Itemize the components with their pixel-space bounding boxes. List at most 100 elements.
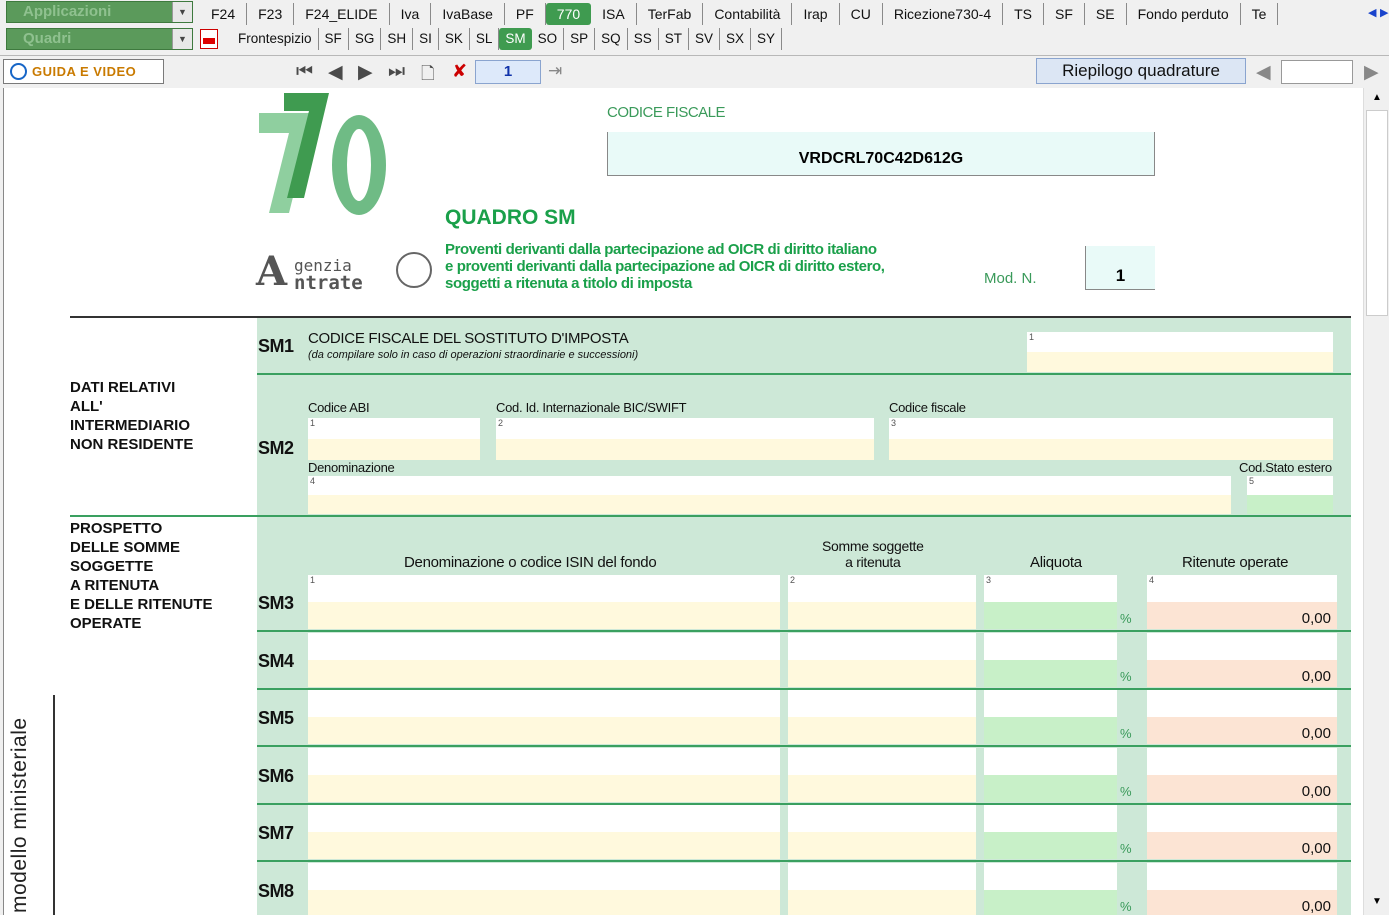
riepilogo-prev-icon[interactable]: ◀	[1256, 61, 1271, 84]
quadro-tab-si[interactable]: SI	[413, 28, 439, 50]
ritenute-operate-field[interactable]: 0,00	[1147, 805, 1337, 859]
prospetto-title-line: PROSPETTO	[70, 520, 163, 537]
quadro-tab-sl[interactable]: SL	[470, 28, 500, 50]
tab-sf[interactable]: SF	[1044, 3, 1085, 25]
ritenute-operate-field[interactable]: 0,00	[1147, 747, 1337, 802]
codice-fiscale-intermediario-field[interactable]: 3	[889, 418, 1333, 460]
next-page-icon[interactable]: ▶	[358, 61, 373, 84]
scroll-up-icon[interactable]: ▲	[1372, 92, 1382, 103]
pdf-icon[interactable]	[200, 29, 218, 49]
somme-soggette-field[interactable]	[788, 747, 976, 802]
last-page-icon[interactable]: ⏭	[388, 61, 405, 83]
cod-stato-field[interactable]: 5	[1247, 476, 1333, 514]
ritenute-operate-field[interactable]: 0,00	[1147, 862, 1337, 915]
quadro-tab-sf[interactable]: SF	[319, 28, 349, 50]
codice-abi-field[interactable]: 1	[308, 418, 480, 460]
aliquota-field[interactable]	[984, 862, 1117, 915]
riepilogo-quadrature-button[interactable]: Riepilogo quadrature	[1036, 58, 1246, 84]
ritenute-operate-field[interactable]: 0,00	[1147, 632, 1337, 687]
quadro-tab-ss[interactable]: SS	[628, 28, 659, 50]
ritenute-operate-field[interactable]: 0,00	[1147, 690, 1337, 744]
tab-fondo-perduto[interactable]: Fondo perduto	[1127, 3, 1241, 25]
aliquota-field[interactable]	[984, 805, 1117, 859]
denominazione-fondo-field[interactable]	[308, 747, 780, 802]
quadro-tab-st[interactable]: ST	[659, 28, 689, 50]
denominazione-fondo-field[interactable]	[308, 862, 780, 915]
chevron-down-icon[interactable]: ▼	[172, 2, 192, 22]
aliquota-field[interactable]	[984, 690, 1117, 744]
guida-video-button[interactable]: GUIDA E VIDEO	[3, 59, 164, 84]
goto-page-icon[interactable]: ⇥	[548, 61, 562, 81]
ritenute-operate-field[interactable]: 4 0,00	[1147, 575, 1337, 629]
tab-pf[interactable]: PF	[505, 3, 546, 25]
bic-field[interactable]: 2	[496, 418, 874, 460]
quadro-tab-sq[interactable]: SQ	[595, 28, 628, 50]
applicazioni-combo[interactable]: Applicazioni ▼	[6, 1, 193, 23]
quadro-tab-sv[interactable]: SV	[689, 28, 720, 50]
quadro-tab-sg[interactable]: SG	[349, 28, 382, 50]
tab-cu[interactable]: CU	[840, 3, 883, 25]
somme-soggette-field[interactable]	[788, 632, 976, 687]
tab-isa[interactable]: ISA	[591, 3, 637, 25]
tab-terfab[interactable]: TerFab	[637, 3, 704, 25]
delete-page-icon[interactable]: ✘	[452, 61, 467, 82]
chevron-down-icon[interactable]: ▼	[172, 29, 192, 49]
codice-fiscale-field[interactable]: VRDCRL70C42D612G	[607, 132, 1155, 176]
tab-f23[interactable]: F23	[247, 3, 295, 25]
sm1-codice-fiscale-field[interactable]: 1	[1027, 332, 1333, 372]
tab-f24-elide[interactable]: F24_ELIDE	[294, 3, 390, 25]
tab-se[interactable]: SE	[1085, 3, 1127, 25]
aliquota-field[interactable]	[984, 747, 1117, 802]
quadro-tab-frontespizio[interactable]: Frontespizio	[232, 28, 319, 50]
tab-770[interactable]: 770	[545, 3, 592, 25]
somme-soggette-field[interactable]	[788, 690, 976, 744]
riepilogo-next-icon[interactable]: ▶	[1364, 61, 1379, 84]
denominazione-field[interactable]: 4	[308, 476, 1231, 514]
scroll-down-icon[interactable]: ▼	[1372, 896, 1382, 907]
page-number-field[interactable]: 1	[475, 60, 541, 84]
tab-ts[interactable]: TS	[1003, 3, 1045, 25]
denominazione-fondo-field[interactable]	[308, 690, 780, 744]
quadro-tab-sk[interactable]: SK	[439, 28, 470, 50]
tab-f24[interactable]: F24	[200, 3, 248, 25]
ritenute-value: 0,00	[1301, 782, 1331, 800]
scroll-tabs-right-icon[interactable]: ▶	[1380, 6, 1388, 19]
prospetto-title-line: DELLE SOMME	[70, 539, 181, 556]
somme-soggette-field[interactable]	[788, 805, 976, 859]
scrollbar-thumb[interactable]	[1366, 110, 1388, 316]
prospetto-title-line: E DELLE RITENUTE	[70, 596, 213, 613]
quadro-tab-sy[interactable]: SY	[751, 28, 783, 50]
riepilogo-input[interactable]	[1281, 60, 1353, 84]
first-page-icon[interactable]: ⏮	[296, 61, 313, 83]
quadro-tab-sx[interactable]: SX	[720, 28, 751, 50]
aliquota-field[interactable]: 3	[984, 575, 1117, 629]
new-page-icon[interactable]: 🗋	[421, 61, 435, 90]
tab-te[interactable]: Te	[1241, 3, 1279, 25]
agenzia-line-2: ntrate	[294, 272, 363, 294]
denominazione-fondo-field[interactable]	[308, 805, 780, 859]
quadro-tab-sh[interactable]: SH	[381, 28, 414, 50]
quadri-combo[interactable]: Quadri ▼	[6, 28, 193, 50]
somme-soggette-field[interactable]: 2	[788, 575, 976, 629]
quadro-subtitle: Proventi derivanti dalla partecipazione …	[445, 241, 885, 292]
quadro-tab-sp[interactable]: SP	[564, 28, 596, 50]
denominazione-fondo-field[interactable]: 1	[308, 575, 780, 629]
tab-irap[interactable]: Irap	[792, 3, 840, 25]
tab-ivabase[interactable]: IvaBase	[431, 3, 505, 25]
tab-contabilit-[interactable]: Contabilità	[703, 3, 793, 25]
vertical-scrollbar[interactable]: ▲ ▼	[1363, 88, 1389, 915]
denominazione-fondo-field[interactable]	[308, 632, 780, 687]
scroll-tabs-left-icon[interactable]: ◀	[1368, 6, 1376, 19]
quadro-tab-so[interactable]: SO	[532, 28, 565, 50]
search-icon	[10, 63, 27, 80]
quadro-tab-sm[interactable]: SM	[499, 28, 532, 50]
percent-sign: %	[1120, 726, 1132, 741]
prev-page-icon[interactable]: ◀	[328, 61, 343, 84]
aliquota-field[interactable]	[984, 632, 1117, 687]
tab-iva[interactable]: Iva	[390, 3, 432, 25]
ritenute-value: 0,00	[1301, 667, 1331, 685]
col-aliquota-header: Aliquota	[1030, 554, 1082, 571]
somme-soggette-field[interactable]	[788, 862, 976, 915]
tab-ricezione730-4[interactable]: Ricezione730-4	[883, 3, 1004, 25]
mod-n-field[interactable]: 1	[1085, 246, 1155, 290]
